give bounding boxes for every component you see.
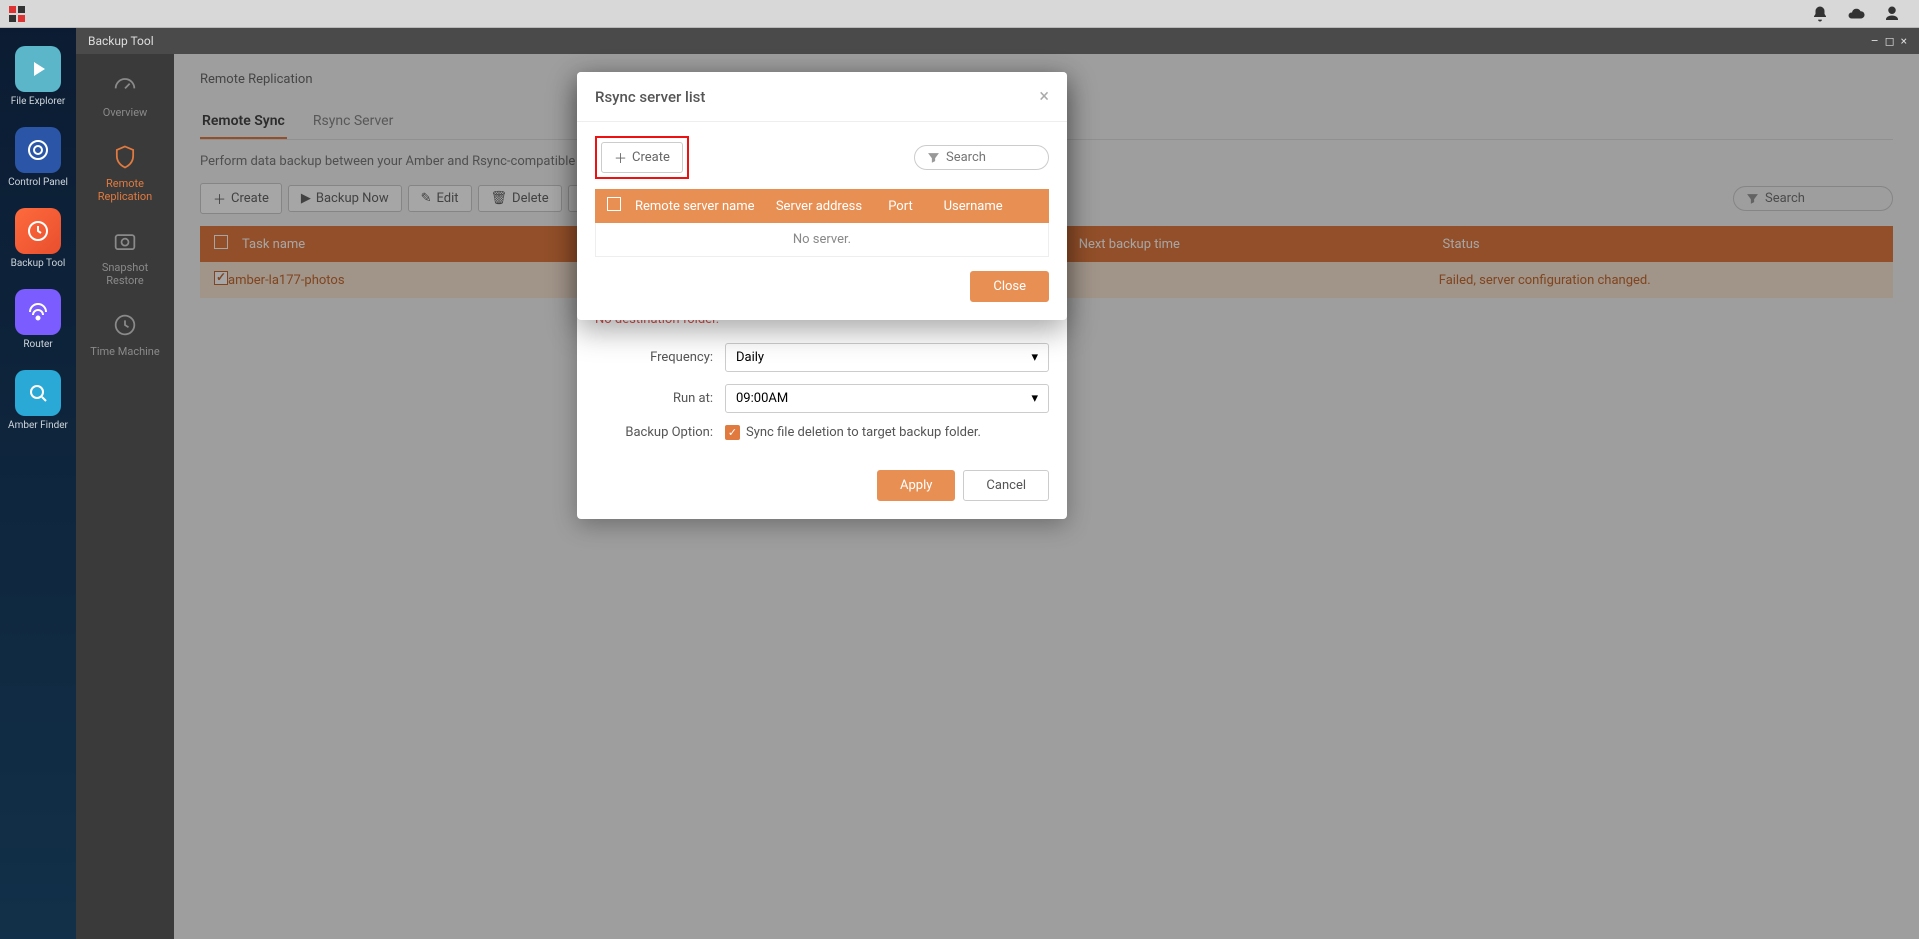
clock-icon (111, 311, 139, 339)
sidenav: Overview Remote Replication Snapshot Res… (76, 54, 174, 939)
gauge-icon (111, 72, 139, 100)
dock-label: File Explorer (11, 96, 66, 107)
sync-deletion-checkbox[interactable]: ✓ (725, 425, 740, 440)
dock-label: Backup Tool (11, 258, 66, 269)
close-button[interactable]: Close (970, 271, 1049, 302)
filter-icon (927, 151, 940, 164)
user-icon[interactable] (1883, 5, 1901, 23)
col-server-name: Remote server name (635, 199, 776, 214)
dialog-search[interactable] (914, 145, 1049, 170)
sidenav-overview[interactable]: Overview (103, 72, 148, 119)
window-title-text: Backup Tool (88, 34, 154, 48)
camera-icon (111, 227, 139, 255)
dock-file-explorer[interactable]: File Explorer (11, 46, 66, 107)
sidenav-label: Remote Replication (85, 177, 165, 203)
dock-backup-tool[interactable]: Backup Tool (11, 208, 66, 269)
server-table-header: Remote server name Server address Port U… (595, 189, 1049, 223)
window-maximize-icon[interactable]: ◻ (1885, 34, 1895, 48)
backup-option-text: Sync file deletion to target backup fold… (746, 425, 981, 440)
col-server-address: Server address (776, 199, 888, 214)
dock-label: Router (23, 339, 52, 350)
sidenav-label: Overview (103, 106, 148, 119)
window-minimize-icon[interactable]: – (1871, 34, 1879, 48)
dock-control-panel[interactable]: Control Panel (8, 127, 68, 188)
plus-icon: ＋ (614, 148, 627, 167)
server-table: Remote server name Server address Port U… (595, 189, 1049, 257)
sidenav-time-machine[interactable]: Time Machine (90, 311, 159, 358)
sidenav-label: Snapshot Restore (85, 261, 165, 287)
cloud-icon[interactable] (1847, 5, 1865, 23)
select-all-servers-checkbox[interactable] (607, 197, 621, 211)
dialog-search-input[interactable] (946, 150, 1036, 165)
sidenav-snapshot-restore[interactable]: Snapshot Restore (85, 227, 165, 287)
close-icon[interactable]: × (1039, 86, 1049, 107)
dock-router[interactable]: Router (15, 289, 61, 350)
window-titlebar: Backup Tool – ◻ × (76, 28, 1919, 54)
frequency-label: Frequency: (595, 350, 725, 365)
runat-label: Run at: (595, 391, 725, 406)
apps-icon[interactable] (6, 3, 28, 25)
create-button-highlight: ＋Create (595, 136, 689, 179)
rsync-server-list-dialog: Rsync server list × ＋Create Remote serve… (577, 72, 1067, 320)
dock-label: Control Panel (8, 177, 68, 188)
app-dock: File Explorer Control Panel Backup Tool … (0, 28, 76, 939)
cancel-button[interactable]: Cancel (963, 470, 1049, 501)
col-port: Port (888, 199, 943, 214)
chevron-down-icon: ▾ (1031, 350, 1038, 365)
runat-select[interactable]: 09:00AM▾ (725, 384, 1049, 413)
sidenav-remote-replication[interactable]: Remote Replication (85, 143, 165, 203)
empty-state: No server. (595, 223, 1049, 257)
apply-button[interactable]: Apply (877, 470, 955, 501)
bell-icon[interactable] (1811, 5, 1829, 23)
dock-amber-finder[interactable]: Amber Finder (8, 370, 68, 431)
shield-icon (111, 143, 139, 171)
dock-label: Amber Finder (8, 420, 68, 431)
create-server-button[interactable]: ＋Create (601, 142, 683, 173)
system-menubar (0, 0, 1919, 28)
sidenav-label: Time Machine (90, 345, 159, 358)
frequency-select[interactable]: Daily▾ (725, 343, 1049, 372)
backup-option-label: Backup Option: (595, 425, 725, 440)
window-close-icon[interactable]: × (1901, 34, 1907, 48)
chevron-down-icon: ▾ (1031, 391, 1038, 406)
dialog-title: Rsync server list (595, 88, 705, 106)
col-username: Username (944, 199, 1037, 214)
